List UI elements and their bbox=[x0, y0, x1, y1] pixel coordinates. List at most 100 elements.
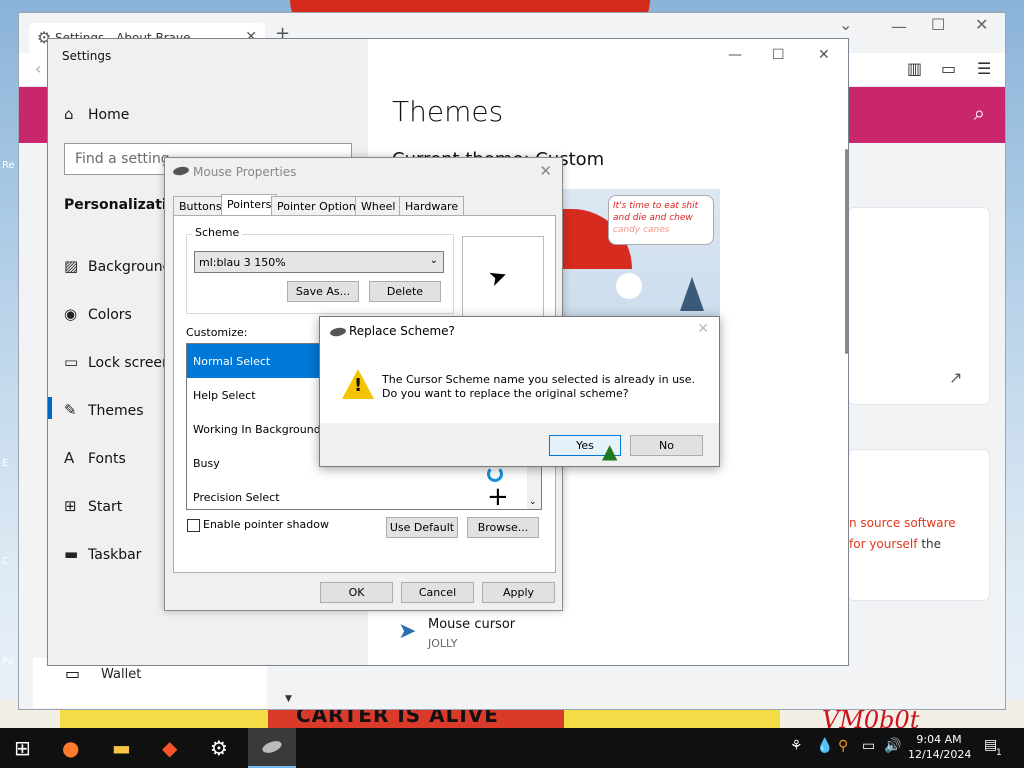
brave-icon[interactable]: ◆ bbox=[162, 736, 177, 760]
system-clock[interactable]: 9:04 AM 12/14/2024 bbox=[908, 732, 971, 762]
cursor-arrow-icon: ➤ bbox=[398, 619, 417, 644]
fonts-icon: A bbox=[64, 449, 75, 467]
tab-pointer-options[interactable]: Pointer Options bbox=[271, 196, 368, 216]
desktop-icon-label[interactable]: E bbox=[2, 458, 8, 469]
wallet-nav-label: Wallet bbox=[101, 667, 142, 682]
close-icon[interactable]: ✕ bbox=[697, 321, 709, 337]
selected-indicator bbox=[48, 397, 52, 419]
desktop-icon-label[interactable]: Pa bbox=[2, 656, 14, 667]
replace-scheme-dialog: Replace Scheme? ✕ ! The Cursor Scheme na… bbox=[319, 316, 720, 467]
about-card: n source software for yourself the bbox=[848, 449, 990, 601]
image-icon: ▨ bbox=[64, 257, 79, 275]
pointer-shadow-label: Enable pointer shadow bbox=[203, 518, 329, 531]
about-text-line-2: the bbox=[917, 537, 942, 551]
browse-button[interactable]: Browse... bbox=[467, 517, 539, 538]
start-icon: ⊞ bbox=[64, 497, 77, 515]
scheme-select[interactable]: ml:blau 3 150% ⌄ bbox=[194, 251, 444, 273]
pointer-preview: ➤ bbox=[462, 236, 544, 320]
close-icon[interactable]: ✕ bbox=[539, 162, 552, 180]
windows-taskbar: ⊞ ● ▬ ◆ ⚙ ⚘ 💧 ⚲ ▭ 🔊 9:04 AM 12/14/2024 ▤… bbox=[0, 728, 1024, 768]
volume-icon[interactable]: 🔊 bbox=[884, 738, 901, 754]
about-text-line-1: n source software bbox=[849, 516, 956, 530]
open-external-icon[interactable]: ↗ bbox=[949, 368, 962, 387]
maximize-icon[interactable]: ☐ bbox=[931, 15, 945, 34]
search-tray-icon[interactable]: ⚲ bbox=[838, 738, 848, 754]
menu-icon[interactable]: ☰ bbox=[977, 59, 991, 78]
network-app-icon[interactable]: ⚘ bbox=[790, 738, 803, 754]
settings-card: ↗ bbox=[848, 207, 990, 405]
palette-icon: ◉ bbox=[64, 305, 78, 323]
file-explorer-icon[interactable]: ▬ bbox=[112, 736, 131, 760]
sidebar-item-lock-screen[interactable]: ▭ Lock screen bbox=[64, 353, 171, 371]
window-title: Settings bbox=[62, 49, 112, 63]
sidebar-item-colors[interactable]: ◉ Colors bbox=[64, 305, 132, 323]
mouse-icon bbox=[329, 326, 347, 338]
sidebar-item-start[interactable]: ⊞ Start bbox=[64, 497, 122, 515]
desktop-icon-label[interactable]: C bbox=[2, 556, 9, 567]
mouse-properties-taskbar-item[interactable] bbox=[248, 728, 296, 768]
desktop-icon-label[interactable]: Re bbox=[2, 160, 15, 171]
page-title: Themes bbox=[392, 95, 504, 128]
cancel-button[interactable]: Cancel bbox=[401, 582, 474, 603]
busy-cursor-icon bbox=[487, 466, 503, 482]
sidebar-item-fonts[interactable]: A Fonts bbox=[64, 449, 126, 467]
warning-exclamation: ! bbox=[354, 375, 363, 396]
scheme-label: Scheme bbox=[192, 226, 243, 239]
dialog-message: The Cursor Scheme name you selected is a… bbox=[382, 373, 696, 400]
scheme-group bbox=[186, 234, 454, 314]
mouse-cursor-value: JOLLY bbox=[428, 637, 458, 650]
network-icon[interactable]: ▭ bbox=[862, 738, 875, 754]
chevron-down-icon: ⌄ bbox=[429, 255, 438, 266]
sidebar-item-themes[interactable]: ✎ Themes bbox=[64, 401, 144, 419]
list-item[interactable]: Precision Select bbox=[187, 480, 527, 509]
tab-pointers[interactable]: Pointers bbox=[221, 194, 278, 216]
theme-speech-bubble: It's time to eat shit and die and chew c… bbox=[608, 195, 714, 245]
sidebar-toggle-icon[interactable]: ▥ bbox=[907, 59, 922, 78]
sidebar-item-background[interactable]: ▨ Background bbox=[64, 257, 172, 275]
pointer-shadow-checkbox[interactable] bbox=[187, 519, 200, 532]
use-default-button[interactable]: Use Default bbox=[386, 517, 458, 538]
mouse-icon bbox=[172, 165, 190, 177]
tab-buttons[interactable]: Buttons bbox=[173, 196, 228, 216]
minimize-icon[interactable]: — bbox=[728, 47, 742, 63]
chevron-down-icon[interactable]: ⌄ bbox=[529, 497, 537, 507]
firefox-icon[interactable]: ● bbox=[62, 736, 79, 760]
about-link[interactable]: for yourself bbox=[849, 537, 918, 551]
taskbar-icon: ▬ bbox=[64, 545, 79, 563]
crosshair-icon: + bbox=[487, 482, 509, 510]
nav-home[interactable]: ⌂ Home bbox=[64, 105, 129, 123]
droplet-icon[interactable]: 💧 bbox=[816, 738, 833, 754]
tab-hardware[interactable]: Hardware bbox=[399, 196, 465, 216]
start-button-icon[interactable]: ⊞ bbox=[14, 736, 31, 760]
themes-icon: ✎ bbox=[64, 401, 77, 419]
arrow-cursor-icon: ➤ bbox=[485, 262, 512, 293]
content-scrollbar[interactable] bbox=[845, 149, 848, 354]
back-icon[interactable]: ‹ bbox=[35, 59, 41, 78]
christmas-tree-cursor-icon: ▲ bbox=[602, 439, 618, 463]
notification-count: 1 bbox=[996, 748, 1002, 758]
close-window-icon[interactable]: ✕ bbox=[818, 47, 830, 63]
wallet-nav-icon: ▭ bbox=[65, 664, 81, 683]
search-icon[interactable]: ⌕ bbox=[974, 101, 985, 125]
no-button[interactable]: No bbox=[630, 435, 703, 456]
close-window-icon[interactable]: ✕ bbox=[975, 15, 988, 34]
chevron-down-icon[interactable]: ⌄ bbox=[839, 15, 852, 34]
settings-gear-icon[interactable]: ⚙ bbox=[210, 736, 228, 760]
minimize-icon[interactable]: — bbox=[891, 17, 907, 36]
lock-screen-icon: ▭ bbox=[64, 353, 79, 371]
scroll-down-arrow[interactable]: ▼ bbox=[285, 694, 292, 704]
delete-button[interactable]: Delete bbox=[369, 281, 441, 302]
maximize-icon[interactable]: ☐ bbox=[772, 47, 785, 63]
save-as-button[interactable]: Save As... bbox=[287, 281, 359, 302]
dialog-title: Mouse Properties bbox=[193, 165, 297, 179]
sidebar-item-taskbar[interactable]: ▬ Taskbar bbox=[64, 545, 141, 563]
tab-wheel[interactable]: Wheel bbox=[355, 196, 402, 216]
mouse-icon bbox=[260, 738, 284, 756]
wallet-icon[interactable]: ▭ bbox=[941, 59, 956, 78]
customize-label: Customize: bbox=[186, 326, 248, 339]
apply-button[interactable]: Apply bbox=[482, 582, 555, 603]
mouse-cursor-label: Mouse cursor bbox=[428, 617, 516, 632]
dialog-title: Replace Scheme? bbox=[349, 324, 455, 338]
home-icon: ⌂ bbox=[64, 105, 74, 123]
ok-button[interactable]: OK bbox=[320, 582, 393, 603]
